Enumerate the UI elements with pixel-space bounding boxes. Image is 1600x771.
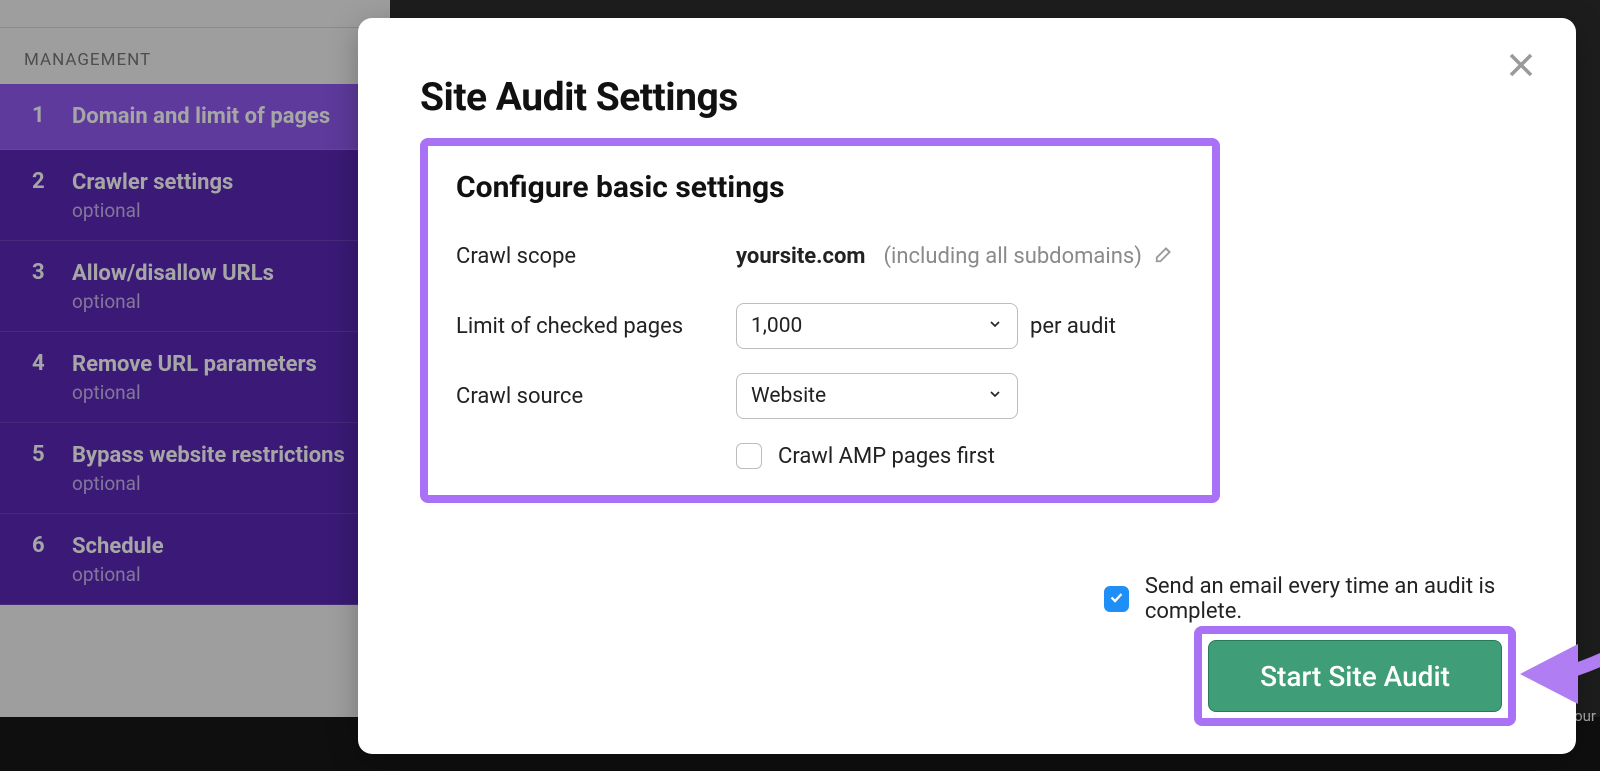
email-on-complete-row: Send an email every time an audit is com…	[1104, 574, 1576, 624]
crawl-amp-label: Crawl AMP pages first	[778, 444, 995, 469]
close-button[interactable]	[1504, 50, 1538, 84]
crawl-scope-row: Crawl scope yoursite.com (including all …	[456, 233, 1184, 279]
limit-pages-label: Limit of checked pages	[456, 314, 736, 339]
basic-settings-subtitle: Configure basic settings	[456, 170, 1184, 205]
crawl-scope-domain: yoursite.com	[736, 244, 865, 269]
limit-pages-value: 1,000	[751, 314, 802, 338]
edit-crawl-scope-button[interactable]	[1154, 242, 1176, 270]
limit-pages-row: Limit of checked pages 1,000 per audit	[456, 303, 1184, 349]
start-button-highlight-frame: Start Site Audit	[1194, 626, 1516, 726]
email-on-complete-checkbox[interactable]	[1104, 586, 1129, 612]
site-audit-settings-modal: Site Audit Settings Configure basic sett…	[358, 18, 1576, 754]
crawl-scope-label: Crawl scope	[456, 244, 736, 269]
chevron-down-icon	[987, 384, 1003, 408]
start-site-audit-button[interactable]: Start Site Audit	[1208, 640, 1502, 712]
basic-settings-frame: Configure basic settings Crawl scope you…	[420, 138, 1220, 503]
modal-title: Site Audit Settings	[420, 74, 1514, 120]
crawl-source-value: Website	[751, 384, 826, 408]
start-button-label: Start Site Audit	[1260, 660, 1450, 693]
crawl-source-select[interactable]: Website	[736, 373, 1018, 419]
email-on-complete-label: Send an email every time an audit is com…	[1145, 574, 1576, 624]
chevron-down-icon	[987, 314, 1003, 338]
pencil-icon	[1154, 245, 1176, 270]
crawl-scope-note: (including all subdomains)	[883, 244, 1141, 269]
per-audit-label: per audit	[1030, 314, 1116, 339]
limit-pages-select[interactable]: 1,000	[736, 303, 1018, 349]
crawl-source-row: Crawl source Website	[456, 373, 1184, 419]
check-icon	[1108, 589, 1125, 610]
close-icon	[1506, 50, 1536, 84]
crawl-amp-checkbox[interactable]	[736, 443, 762, 469]
crawl-amp-row: Crawl AMP pages first	[736, 443, 1184, 469]
crawl-source-label: Crawl source	[456, 384, 736, 409]
